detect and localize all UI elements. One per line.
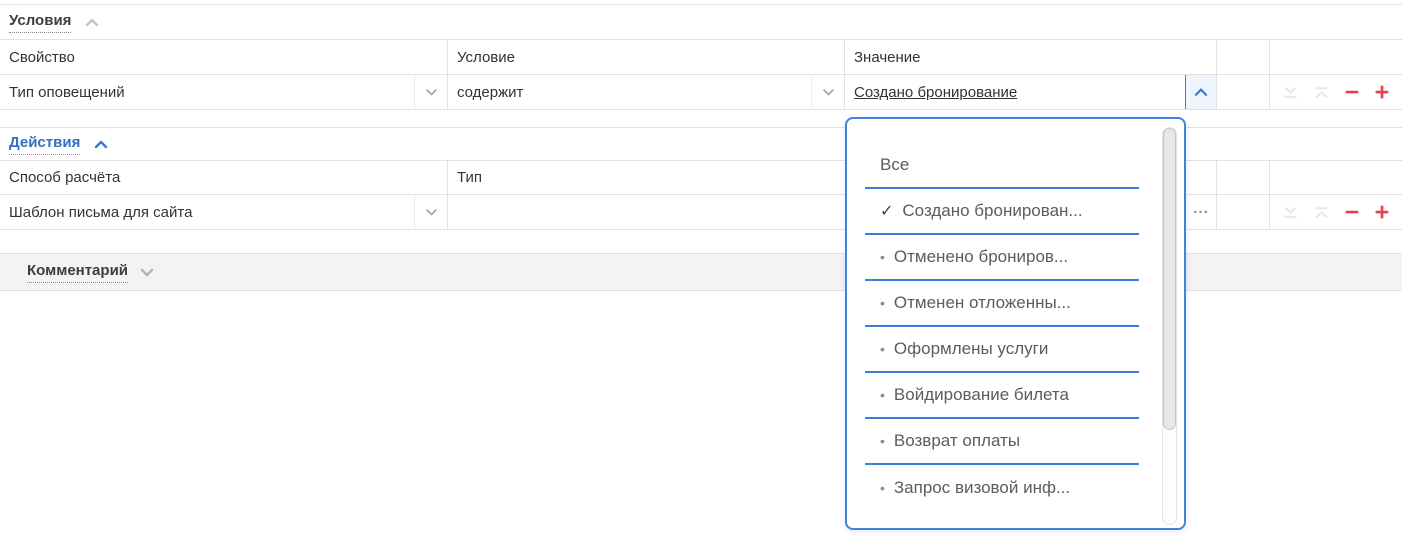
section-gap (0, 230, 1402, 253)
value-combobox-open[interactable]: Создано бронирование (845, 75, 1217, 109)
section-header-conditions: Условия (0, 4, 1402, 40)
dropdown-item-label: Возврат оплаты (894, 431, 1020, 451)
section-gap (0, 110, 1402, 127)
section-title-conditions[interactable]: Условия (9, 12, 71, 33)
method-dropdown-button[interactable] (414, 195, 447, 229)
dropdown-item-label: Создано бронирован... (902, 201, 1082, 221)
conditions-col-value: Значение (845, 40, 1217, 74)
dropdown-item[interactable]: • Отменено брониров... (865, 235, 1139, 281)
chevron-down-icon (426, 209, 437, 216)
condition-dropdown-button[interactable] (811, 75, 844, 109)
action-row-empty-cell (1217, 195, 1270, 229)
ellipsis-icon: ... (1193, 206, 1209, 212)
conditions-col-actions (1270, 40, 1402, 74)
conditions-col-condition: Условие (448, 40, 845, 74)
condition-row-actions (1270, 75, 1402, 109)
section-header-actions: Действия (0, 127, 1402, 161)
bullet-icon: • (880, 295, 885, 311)
bullet-icon: • (880, 249, 885, 265)
remove-row-icon[interactable] (1345, 205, 1359, 219)
dropdown-item-label: Войдирование билета (894, 385, 1069, 405)
add-row-icon[interactable] (1375, 85, 1389, 99)
dropdown-item-all[interactable]: Все (865, 143, 1139, 189)
chevron-up-icon (1195, 88, 1207, 96)
dropdown-item-label: Отменен отложенны... (894, 293, 1071, 313)
condition-combobox[interactable]: содержит (448, 75, 845, 109)
dropdown-list: Все ✓ Создано бронирован... • Отменено б… (847, 119, 1184, 511)
condition-row: Тип оповещений содержит Создано брониров… (0, 75, 1402, 110)
property-dropdown-button[interactable] (414, 75, 447, 109)
dropdown-item-label: Запрос визовой инф... (894, 478, 1070, 498)
type-picker-button[interactable]: ... (1185, 195, 1216, 229)
dropdown-item-label: Отменено брониров... (894, 247, 1068, 267)
collapse-actions-icon[interactable] (94, 140, 108, 149)
condition-row-empty-cell (1217, 75, 1270, 109)
actions-col-actions (1270, 161, 1402, 194)
move-to-top-icon[interactable] (1314, 86, 1329, 99)
dropdown-item[interactable]: • Возврат оплаты (865, 419, 1139, 465)
action-row: Шаблон письма для сайта ... (0, 195, 1402, 230)
rule-editor: Условия Свойство Условие Значение Тип оп… (0, 0, 1402, 542)
collapse-conditions-icon[interactable] (85, 18, 99, 27)
add-row-icon[interactable] (1375, 205, 1389, 219)
bullet-icon: • (880, 480, 885, 496)
dropdown-item[interactable]: • Запрос визовой инф... (865, 465, 1139, 511)
dropdown-scrollbar[interactable] (1162, 127, 1177, 525)
bullet-icon: • (880, 387, 885, 403)
remove-row-icon[interactable] (1345, 85, 1359, 99)
value-link[interactable]: Создано бронирование (845, 84, 1185, 101)
section-title-actions[interactable]: Действия (9, 134, 80, 155)
dropdown-item[interactable]: • Отменен отложенны... (865, 281, 1139, 327)
dropdown-item-label: Оформлены услуги (894, 339, 1048, 359)
conditions-col-empty (1217, 40, 1270, 74)
bullet-icon: • (880, 341, 885, 357)
chevron-down-icon (426, 89, 437, 96)
actions-col-method: Способ расчёта (0, 161, 448, 194)
section-header-comment: Комментарий (0, 253, 1402, 291)
dropdown-item[interactable]: • Оформлены услуги (865, 327, 1139, 373)
actions-header-row: Способ расчёта Тип (0, 161, 1402, 195)
condition-value: содержит (448, 84, 811, 101)
method-value: Шаблон письма для сайта (0, 204, 414, 221)
conditions-header-row: Свойство Условие Значение (0, 40, 1402, 75)
dropdown-scrollbar-thumb[interactable] (1163, 128, 1176, 430)
move-to-bottom-icon[interactable] (1283, 206, 1298, 219)
action-row-actions (1270, 195, 1402, 229)
expand-comment-icon[interactable] (140, 268, 154, 277)
dropdown-item-label: Все (880, 155, 909, 175)
chevron-down-icon (823, 89, 834, 96)
property-combobox[interactable]: Тип оповещений (0, 75, 448, 109)
value-dropdown-button[interactable] (1185, 75, 1216, 109)
dropdown-item[interactable]: • Войдирование билета (865, 373, 1139, 419)
section-title-comment[interactable]: Комментарий (27, 262, 128, 283)
check-icon: ✓ (880, 201, 893, 221)
conditions-col-property: Свойство (0, 40, 448, 74)
property-value: Тип оповещений (0, 84, 414, 101)
dropdown-item-selected[interactable]: ✓ Создано бронирован... (865, 189, 1139, 235)
move-to-bottom-icon[interactable] (1283, 86, 1298, 99)
method-combobox[interactable]: Шаблон письма для сайта (0, 195, 448, 229)
move-to-top-icon[interactable] (1314, 206, 1329, 219)
bullet-icon: • (880, 433, 885, 449)
actions-col-empty (1217, 161, 1270, 194)
value-dropdown-panel: Все ✓ Создано бронирован... • Отменено б… (845, 117, 1186, 530)
